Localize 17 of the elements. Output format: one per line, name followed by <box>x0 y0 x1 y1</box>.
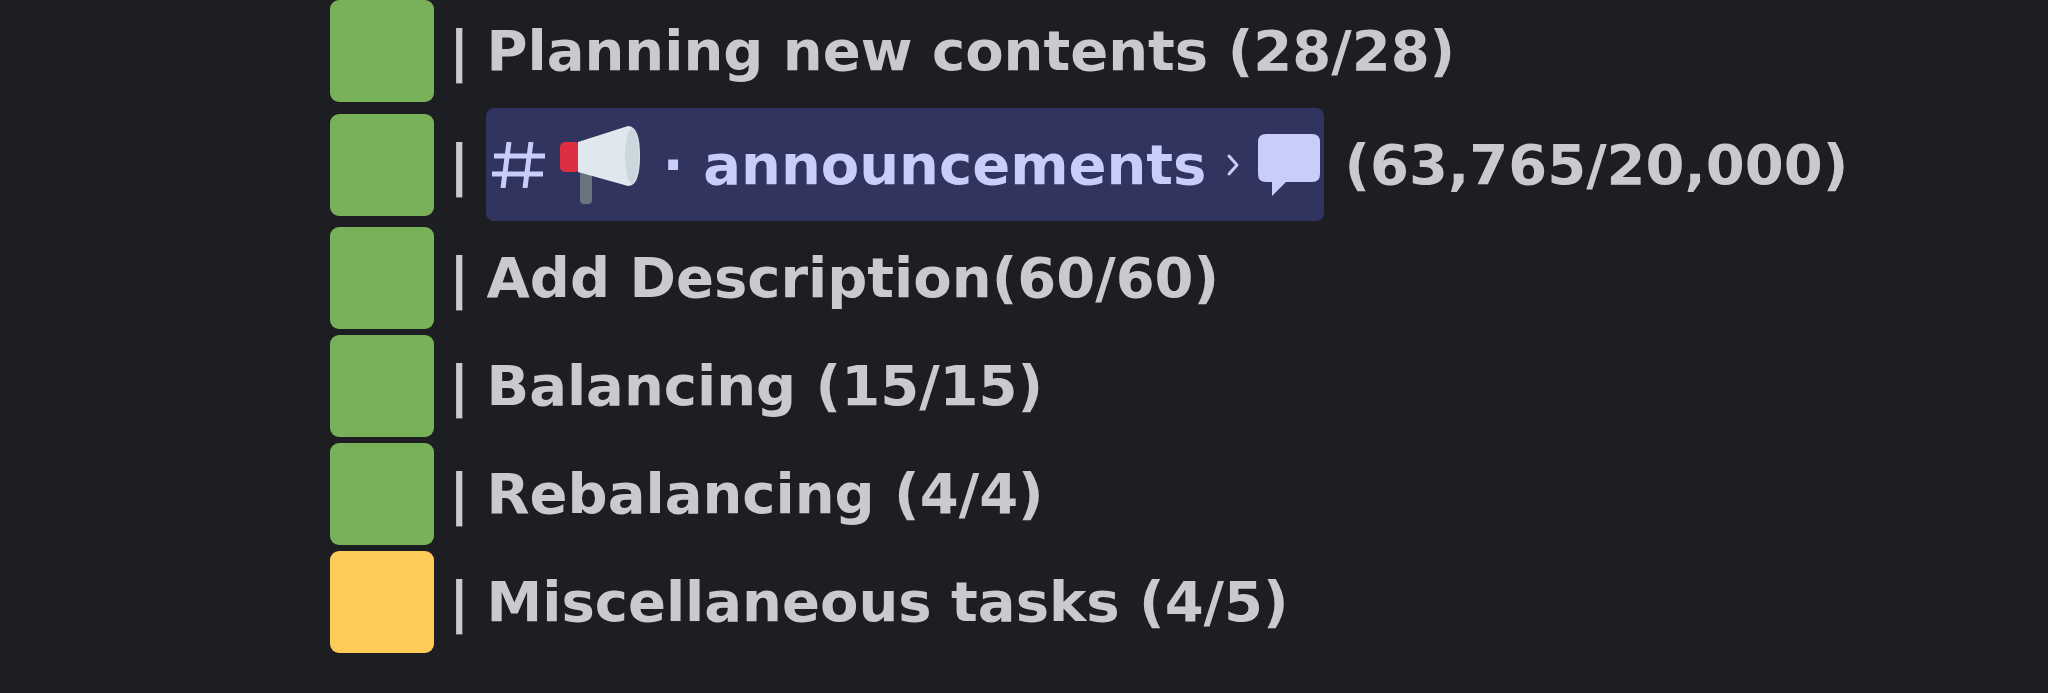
task-label: Add Description(60/60) <box>486 244 1220 312</box>
separator-text: | <box>449 244 470 313</box>
megaphone-icon <box>558 125 641 204</box>
hash-icon <box>492 141 547 188</box>
channel-mention-link[interactable]: · announcements <box>486 108 1325 221</box>
message-count: (63,765/20,000) <box>1344 130 1849 199</box>
task-label: Miscellaneous tasks (4/5) <box>486 568 1289 636</box>
chevron-right-icon <box>1226 152 1241 177</box>
separator-text: | <box>449 130 470 200</box>
task-label: Planning new contents (28/28) <box>486 17 1456 85</box>
task-label: Balancing (15/15) <box>486 352 1044 420</box>
speech-bubble-icon <box>1258 133 1321 196</box>
separator-text: | <box>449 17 470 86</box>
separator-text: | <box>449 568 470 637</box>
task-label: Rebalancing (4/4) <box>486 460 1044 528</box>
separator-text: | <box>449 352 470 421</box>
separator-text: | <box>449 460 470 529</box>
